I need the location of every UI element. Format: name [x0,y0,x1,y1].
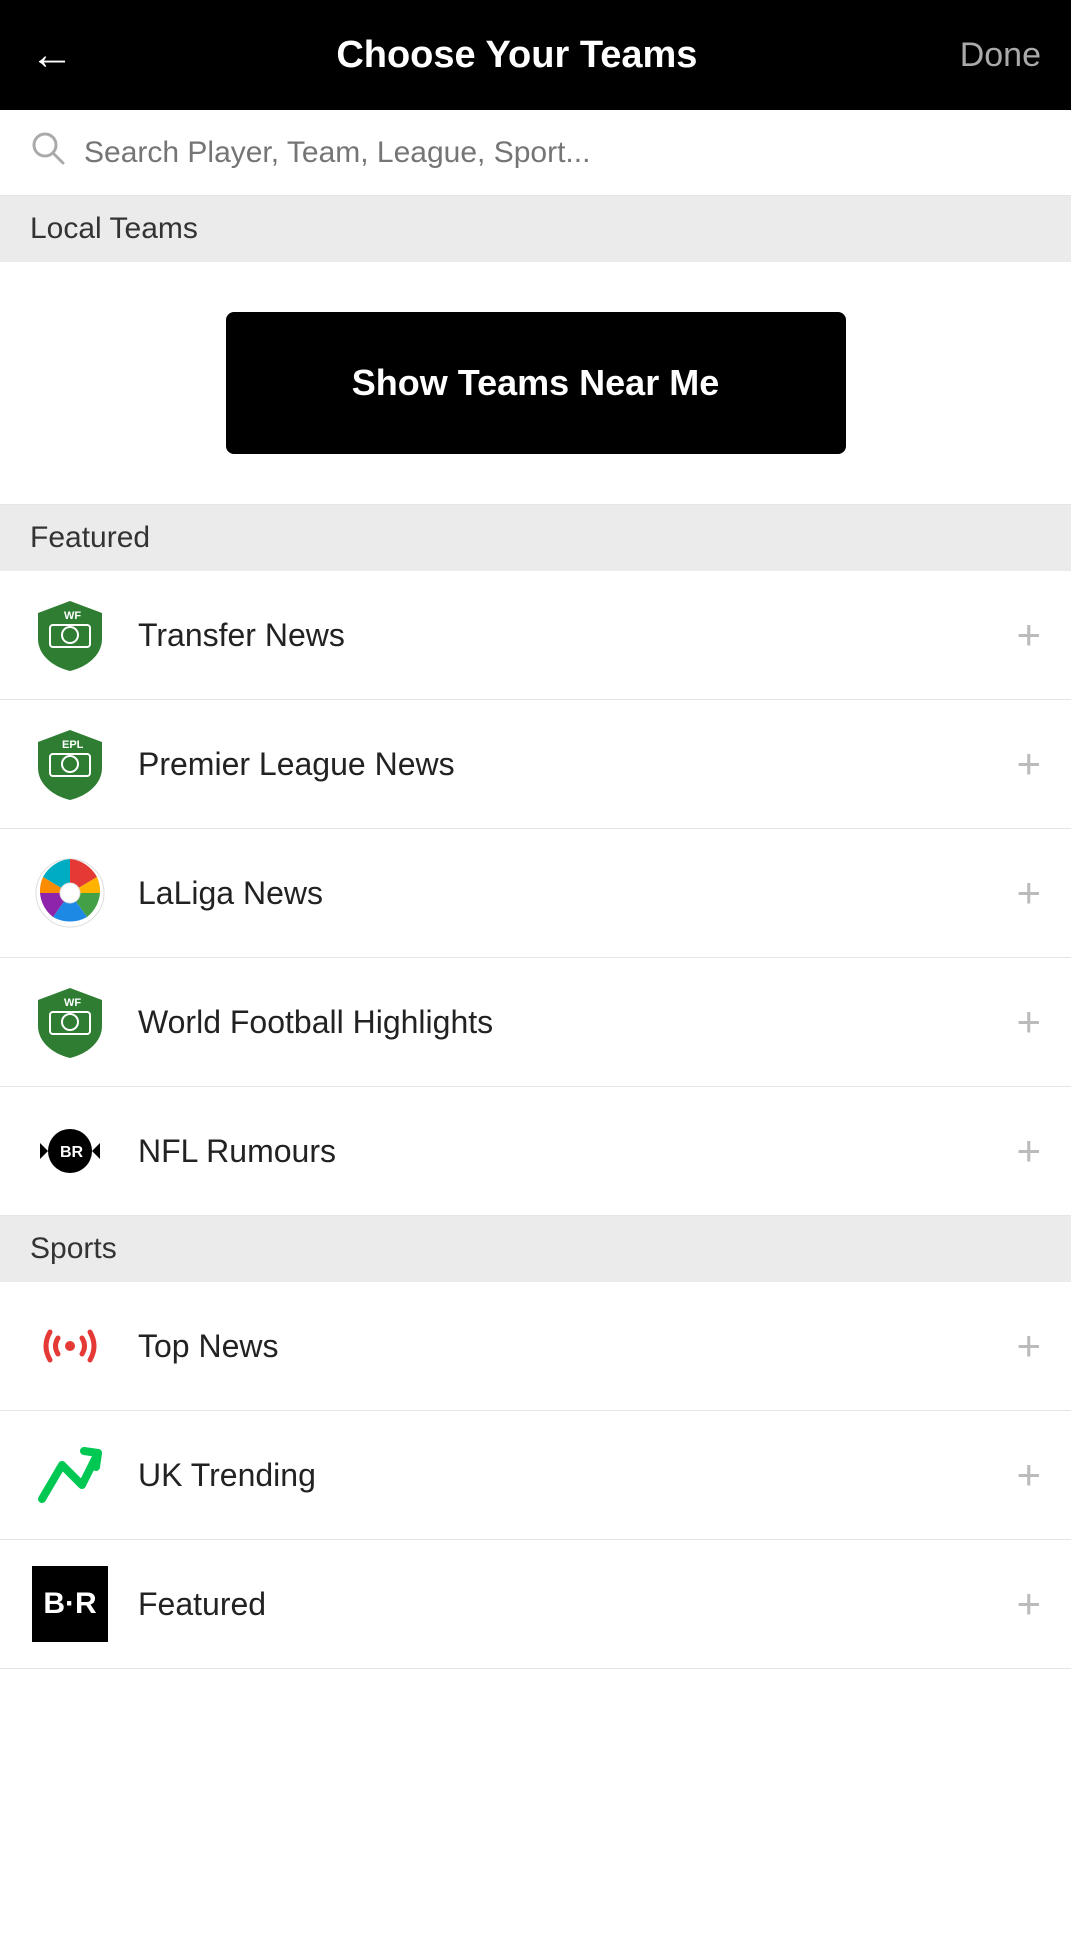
search-icon [30,130,66,175]
done-button[interactable]: Done [960,36,1041,75]
svg-text:WF: WF [64,610,81,622]
transfer-news-icon: WF [30,595,110,675]
br-featured-add-button[interactable]: + [1016,1583,1041,1625]
br-featured-label: Featured [138,1586,1016,1623]
laliga-label: LaLiga News [138,875,1016,912]
svg-text:EPL: EPL [62,739,84,751]
world-football-icon: WF [30,982,110,1062]
uk-trending-add-button[interactable]: + [1016,1454,1041,1496]
br-featured-icon: B·R [30,1564,110,1644]
nfl-rumours-add-button[interactable]: + [1016,1130,1041,1172]
world-football-add-button[interactable]: + [1016,1001,1041,1043]
br-square-icon: B·R [32,1566,108,1642]
search-input[interactable] [84,136,1041,170]
top-news-label: Top News [138,1328,1016,1365]
transfer-news-add-button[interactable]: + [1016,614,1041,656]
featured-section-header: Featured [0,505,1071,571]
uk-trending-label: UK Trending [138,1457,1016,1494]
list-item: Top News + [0,1282,1071,1411]
list-item: WF Transfer News + [0,571,1071,700]
svg-text:WF: WF [64,997,81,1009]
search-bar [0,110,1071,196]
premier-league-icon: EPL [30,724,110,804]
local-teams-section-header: Local Teams [0,196,1071,262]
world-football-label: World Football Highlights [138,1004,1016,1041]
premier-league-label: Premier League News [138,746,1016,783]
top-news-icon [30,1306,110,1386]
list-item: UK Trending + [0,1411,1071,1540]
list-item: LaLiga News + [0,829,1071,958]
list-item: BR NFL Rumours + [0,1087,1071,1216]
list-item: EPL Premier League News + [0,700,1071,829]
list-item: B·R Featured + [0,1540,1071,1669]
sports-section-header: Sports [0,1216,1071,1282]
top-news-add-button[interactable]: + [1016,1325,1041,1367]
transfer-news-label: Transfer News [138,617,1016,654]
app-header: ← Choose Your Teams Done [0,0,1071,110]
laliga-add-button[interactable]: + [1016,872,1041,914]
page-title: Choose Your Teams [336,34,697,77]
premier-league-add-button[interactable]: + [1016,743,1041,785]
svg-text:BR: BR [60,1144,84,1161]
laliga-icon [30,853,110,933]
list-item: WF World Football Highlights + [0,958,1071,1087]
uk-trending-icon [30,1435,110,1515]
local-teams-content: Show Teams Near Me [0,262,1071,505]
nfl-rumours-label: NFL Rumours [138,1133,1016,1170]
show-teams-button[interactable]: Show Teams Near Me [226,312,846,454]
nfl-rumours-icon: BR [30,1111,110,1191]
back-button[interactable]: ← [30,30,74,80]
